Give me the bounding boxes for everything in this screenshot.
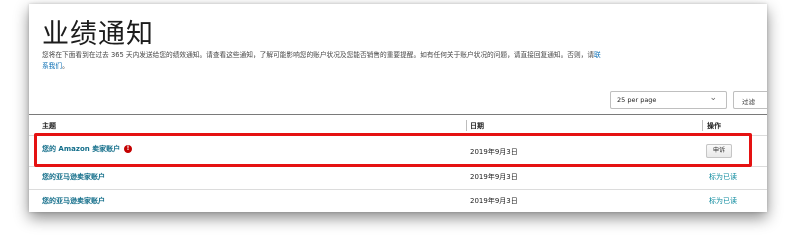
notification-subject-link[interactable]: 您的亚马逊卖家账户 bbox=[42, 196, 105, 206]
description-end: 。 bbox=[62, 61, 69, 70]
per-page-select[interactable]: 25 per page ⌄ bbox=[610, 91, 727, 109]
column-separator bbox=[702, 120, 703, 131]
notification-date: 2019年9月3日 bbox=[470, 197, 518, 205]
column-separator bbox=[466, 120, 467, 131]
column-header-date: 日期 bbox=[470, 122, 484, 130]
column-header-subject: 主题 bbox=[42, 122, 56, 130]
row-divider bbox=[29, 189, 767, 190]
page-title: 业绩通知 bbox=[42, 19, 154, 50]
highlight-box bbox=[34, 133, 752, 167]
filter-label: 过滤 bbox=[742, 98, 755, 106]
mark-as-read-link[interactable]: 标为已读 bbox=[709, 172, 737, 182]
notification-subject-link[interactable]: 您的亚马逊卖家账户 bbox=[42, 172, 105, 182]
chevron-down-icon: ⌄ bbox=[709, 93, 717, 103]
description-text: 您将在下面看到在过去 365 天内发送给您的绩效通知。请查看这些通知，了解可能影… bbox=[42, 51, 595, 59]
performance-notifications-panel: 业绩通知 您将在下面看到在过去 365 天内发送给您的绩效通知。请查看这些通知，… bbox=[29, 4, 767, 212]
table-header-divider bbox=[29, 114, 767, 115]
notification-date: 2019年9月3日 bbox=[470, 173, 518, 181]
filter-button[interactable]: 过滤 bbox=[733, 91, 767, 109]
column-header-actions: 操作 bbox=[707, 122, 721, 130]
per-page-value: 25 per page bbox=[617, 96, 657, 104]
mark-as-read-link[interactable]: 标为已读 bbox=[709, 196, 737, 206]
page-description: 您将在下面看到在过去 365 天内发送给您的绩效通知。请查看这些通知，了解可能影… bbox=[42, 50, 602, 71]
